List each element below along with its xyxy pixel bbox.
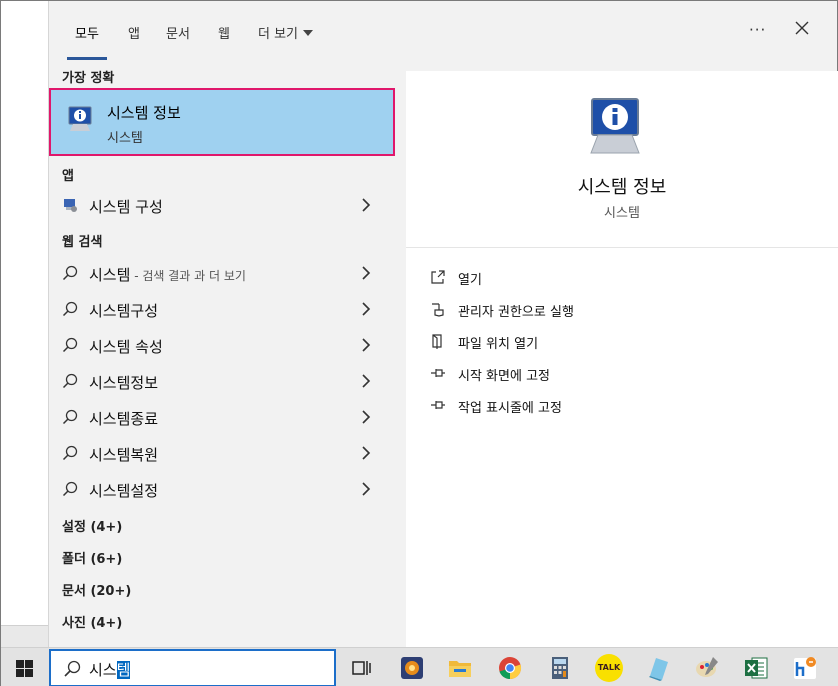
chevron-right-icon[interactable] [360,302,372,316]
web-result-row[interactable]: 시스템구성 [49,291,395,327]
search-icon [62,337,78,353]
web-result-hint: - 검색 결과 과 더 보기 [130,269,246,283]
preview-subtitle: 시스템 [604,206,640,221]
search-icon [62,481,78,497]
file-explorer-icon[interactable] [446,654,474,682]
taskbar: 시스템 TALK [1,647,838,686]
action-label: 시작 화면에 고정 [458,369,550,384]
preview-title: 시스템 정보 [577,177,667,198]
search-query-selected: 템 [116,661,131,679]
category-settings[interactable]: 설정 (4+) [62,516,122,535]
web-result-row[interactable]: 시스템종료 [49,399,395,435]
tab-documents[interactable]: 문서 [166,23,190,42]
system-info-icon [68,106,92,131]
best-match-title: 시스템 정보 [107,104,181,122]
web-result-label: 시스템설정 [89,482,159,500]
file-location-icon [432,334,442,349]
search-panel: 모두 앱 문서 웹 더 보기 ··· 가장 정확 시스템 정보 시스템 앱 시스… [48,1,838,647]
web-result-row[interactable]: 시스템 - 검색 결과 과 더 보기 [49,255,395,291]
preview-pane: 시스템 정보 시스템 열기 관리자 권한으로 실행 파일 위치 열기 시작 화면… [406,71,838,647]
open-icon [431,270,445,284]
active-tab-underline [67,57,107,60]
close-icon[interactable] [793,19,811,37]
tab-apps[interactable]: 앱 [128,23,140,42]
web-result-row[interactable]: 시스템정보 [49,363,395,399]
taskbar-search-box[interactable]: 시스템 [49,649,336,686]
action-pin-to-taskbar[interactable]: 작업 표시줄에 고정 [430,395,810,417]
excel-icon[interactable] [742,654,770,682]
search-query: 시스템 [89,659,131,680]
search-query-prefix: 시스 [89,661,117,679]
web-result-label: 시스템 - 검색 결과 과 더 보기 [89,264,246,285]
best-match-heading: 가장 정확 [62,71,115,86]
action-label: 작업 표시줄에 고정 [458,401,562,416]
category-photos[interactable]: 사진 (4+) [62,612,122,631]
list-item-system-config[interactable]: 시스템 구성 [49,187,395,223]
web-search-heading: 웹 검색 [62,235,103,250]
media-player-icon[interactable] [398,654,426,682]
calculator-icon[interactable] [546,654,574,682]
action-open-file-location[interactable]: 파일 위치 열기 [430,331,810,353]
preview-divider [406,247,838,248]
action-run-as-admin[interactable]: 관리자 권한으로 실행 [430,299,810,321]
web-result-row[interactable]: 시스템설정 [49,471,395,507]
admin-shield-icon [432,303,444,317]
chevron-right-icon[interactable] [360,266,372,280]
chevron-right-icon[interactable] [360,446,372,460]
chevron-right-icon[interactable] [360,482,372,496]
web-result-text: 시스템 [89,266,131,284]
chrome-icon[interactable] [496,654,524,682]
web-result-row[interactable]: 시스템 속성 [49,327,395,363]
category-folders[interactable]: 폴더 (6+) [62,548,122,567]
best-match-subtitle: 시스템 [107,131,143,146]
notepad-icon[interactable] [644,654,672,682]
tab-more-label: 더 보기 [258,27,299,42]
kakaotalk-label: TALK [597,663,621,672]
pin-icon [431,369,445,377]
apps-heading: 앱 [62,169,74,184]
search-filter-bar: 모두 앱 문서 웹 더 보기 ··· [49,1,838,63]
action-label: 관리자 권한으로 실행 [458,305,574,320]
search-icon [62,445,78,461]
search-icon [62,265,78,281]
web-result-label: 시스템종료 [89,410,159,428]
search-icon [64,660,81,677]
search-icon [62,301,78,317]
chevron-down-icon [303,30,314,36]
system-config-icon [64,199,77,212]
desktop-strip [1,1,48,647]
web-result-label: 시스템정보 [89,374,159,392]
search-icon [62,373,78,389]
paint-icon[interactable] [693,654,721,682]
tab-more[interactable]: 더 보기 [258,23,314,42]
action-pin-to-start[interactable]: 시작 화면에 고정 [430,363,810,385]
web-result-label: 시스템 속성 [89,338,163,356]
category-documents[interactable]: 문서 (20+) [62,580,131,599]
kakaotalk-icon[interactable]: TALK [595,654,623,682]
list-item-label: 시스템 구성 [89,198,163,216]
chevron-right-icon[interactable] [360,338,372,352]
web-result-row[interactable]: 시스템복원 [49,435,395,471]
system-info-icon [590,98,640,154]
chevron-right-icon[interactable] [360,410,372,424]
tab-all[interactable]: 모두 [75,23,99,42]
chevron-right-icon[interactable] [360,374,372,388]
task-view-icon[interactable] [347,654,375,682]
ellipsis-icon[interactable]: ··· [749,21,766,39]
web-result-label: 시스템구성 [89,302,159,320]
chevron-right-icon[interactable] [360,198,372,212]
web-result-label: 시스템복원 [89,446,159,464]
action-open[interactable]: 열기 [430,267,810,289]
pin-icon [431,401,445,409]
action-label: 파일 위치 열기 [458,337,539,352]
hancom-icon[interactable] [791,654,819,682]
best-match-item[interactable]: 시스템 정보 시스템 [49,88,395,156]
search-icon [62,409,78,425]
action-label: 열기 [458,273,482,288]
desktop-strip-bottom [1,625,48,647]
windows-start-icon[interactable] [16,660,33,677]
tab-web[interactable]: 웹 [218,23,230,42]
